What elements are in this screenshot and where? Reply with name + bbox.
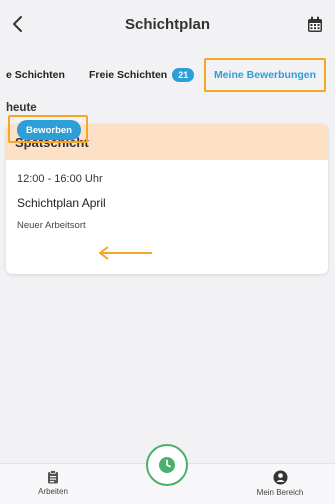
clipboard-icon: [48, 470, 58, 484]
time-tracking-button[interactable]: [146, 444, 188, 486]
nav-item-my-area[interactable]: Mein Bereich: [250, 470, 310, 497]
shift-card[interactable]: Spätschicht 12:00 - 16:00 Uhr Schichtpla…: [6, 124, 328, 274]
chevron-left-icon: [13, 16, 22, 32]
applied-status-button[interactable]: Beworben: [17, 120, 81, 140]
calendar-icon: [308, 16, 322, 32]
free-shifts-count-badge: 21: [172, 68, 195, 82]
shift-plan-name: Schichtplan April: [17, 196, 106, 210]
shift-time: 12:00 - 16:00 Uhr: [17, 173, 103, 185]
tab-shifts[interactable]: e Schichten: [6, 58, 65, 92]
tab-bar: e Schichten Freie Schichten 21 Meine Bew…: [0, 58, 335, 92]
tab-free-shifts-label: Freie Schichten: [89, 69, 168, 81]
page-title: Schichtplan: [124, 15, 210, 33]
section-date-label: heute: [6, 102, 37, 114]
shift-location: Neuer Arbeitsort: [17, 220, 86, 231]
tab-my-applications-label: Meine Bewerbungen: [213, 69, 317, 81]
annotation-arrow-icon: [99, 246, 152, 260]
calendar-button[interactable]: [303, 12, 327, 36]
back-button[interactable]: [6, 12, 30, 36]
app-header: Schichtplan: [0, 0, 335, 48]
tab-free-shifts[interactable]: Freie Schichten 21: [89, 58, 195, 92]
tab-my-applications[interactable]: Meine Bewerbungen: [204, 58, 326, 92]
profile-icon: [273, 470, 287, 485]
nav-item-work[interactable]: Arbeiten: [30, 470, 76, 496]
tab-shifts-label: e Schichten: [6, 69, 65, 81]
clock-icon: [159, 457, 175, 473]
nav-item-my-area-label: Mein Bereich: [256, 488, 304, 497]
nav-item-work-label: Arbeiten: [38, 487, 68, 496]
